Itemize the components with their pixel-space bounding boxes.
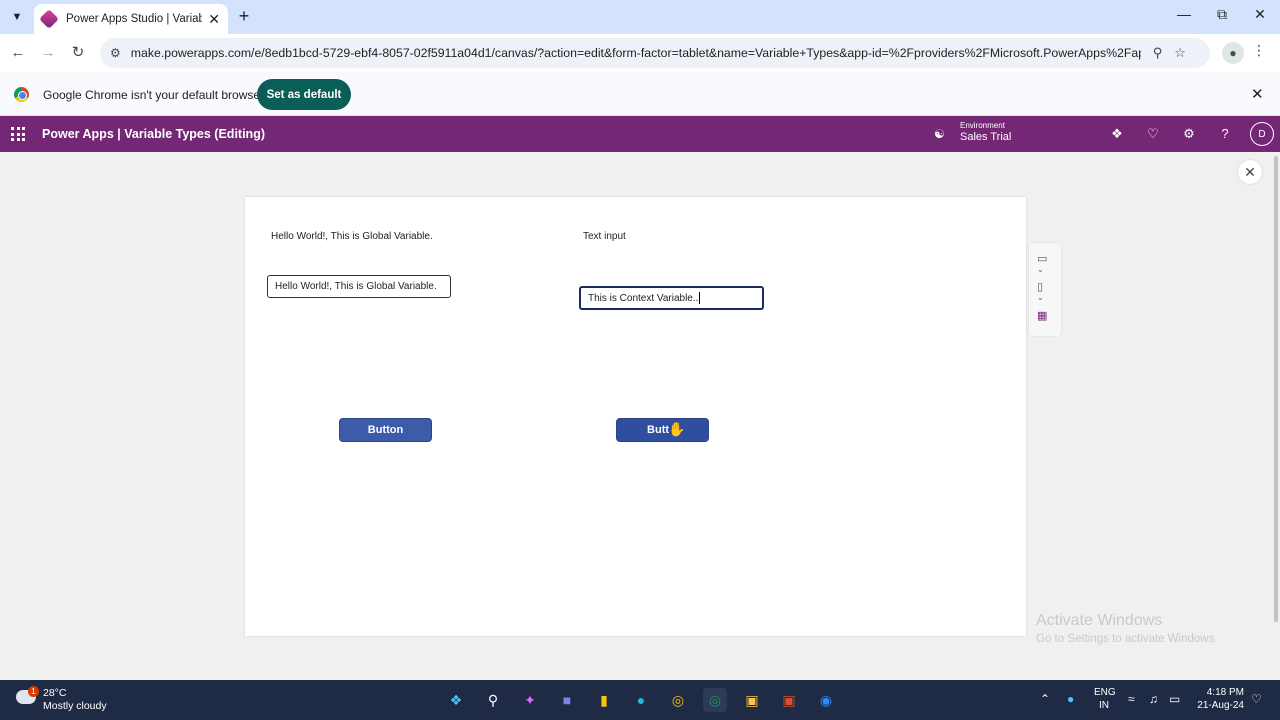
context-input-value: This is Context Variable..	[588, 292, 699, 304]
region-code[interactable]: IN	[1099, 700, 1109, 711]
text-input-label: Text input	[583, 231, 626, 242]
address-bar[interactable]: ⚙ make.powerapps.com/e/8edb1bcd-5729-ebf…	[100, 38, 1210, 68]
app-screen: Hello World!, This is Global Variable. T…	[245, 197, 1026, 636]
clock-date[interactable]: 21-Aug-24	[1196, 700, 1244, 711]
power-apps-icon	[39, 9, 59, 29]
wifi-icon[interactable]: ≈	[1128, 692, 1135, 706]
minimize-icon[interactable]: —	[1172, 6, 1196, 26]
chevron-down-icon[interactable]: ⌄	[1037, 265, 1044, 274]
app-launcher-icon[interactable]	[11, 127, 25, 141]
battery-icon[interactable]: ▭	[1169, 692, 1180, 706]
close-icon[interactable]: ✕	[208, 11, 220, 28]
chrome-logo-icon	[14, 87, 29, 102]
language-code[interactable]: ENG	[1094, 687, 1116, 698]
tablet-icon[interactable]: ▭	[1037, 252, 1047, 265]
browser-tab[interactable]: Power Apps Studio | Variable T ✕	[34, 4, 228, 34]
activate-windows-title: Activate Windows	[1036, 612, 1163, 629]
default-browser-infobar: Google Chrome isn't your default browser…	[0, 72, 1280, 116]
chrome-icon[interactable]: ◎	[666, 688, 690, 712]
bell-icon[interactable]: ♡	[1251, 692, 1262, 706]
device-preview-toolbar: ▭ ⌄ ▯ ⌄ ▦	[1029, 243, 1061, 336]
profile-icon[interactable]: ●	[1222, 42, 1244, 64]
global-button[interactable]: Button	[339, 418, 432, 442]
chevron-down-icon[interactable]: ⌄	[1037, 293, 1044, 302]
power-bi-icon[interactable]: ▮	[592, 688, 616, 712]
volume-icon[interactable]: ♫	[1149, 692, 1158, 706]
phone-icon[interactable]: ▯	[1037, 280, 1043, 293]
plus-icon[interactable]: +	[234, 6, 254, 26]
app-title: Power Apps | Variable Types (Editing)	[42, 127, 265, 141]
file-explorer-icon[interactable]: ▣	[740, 688, 764, 712]
copilot-icon[interactable]: ✦	[518, 688, 542, 712]
windows-taskbar: 1 28°C Mostly cloudy ❖ ⚲ ✦ ■ ▮ ● ◎ ◎ ▣ ▣…	[0, 680, 1280, 720]
notification-badge: 1	[28, 686, 39, 697]
browser-toolbar: ← → ↻ ⚙ make.powerapps.com/e/8edb1bcd-57…	[0, 34, 1280, 72]
search-icon[interactable]: ⚲	[1153, 45, 1163, 61]
chrome-active-icon[interactable]: ◎	[703, 688, 727, 712]
context-variable-input[interactable]: This is Context Variable..	[579, 286, 764, 310]
hand-cursor-icon: ✋	[668, 421, 686, 437]
text-caret	[699, 292, 701, 304]
star-icon[interactable]: ☆	[1174, 45, 1186, 61]
set-as-default-button[interactable]: Set as default	[257, 79, 351, 110]
arrow-right-icon[interactable]: →	[37, 42, 59, 64]
global-variable-input[interactable]: Hello World!, This is Global Variable.	[267, 275, 451, 298]
infobar-message: Google Chrome isn't your default browser	[43, 88, 265, 102]
context-button[interactable]: Butt n	[616, 418, 709, 442]
scrollbar[interactable]	[1272, 152, 1280, 680]
restore-icon[interactable]: ⧉	[1210, 6, 1234, 26]
chevron-down-icon[interactable]: ▼	[6, 6, 28, 28]
gear-icon[interactable]: ⚙	[1180, 126, 1198, 142]
global-input-value: Hello World!, This is Global Variable.	[275, 281, 437, 292]
teams-icon[interactable]: ■	[555, 688, 579, 712]
url-text: make.powerapps.com/e/8edb1bcd-5729-ebf4-…	[130, 46, 1141, 60]
close-icon[interactable]: ✕	[1251, 85, 1264, 103]
site-info-icon[interactable]: ⚙	[110, 46, 121, 60]
arrow-left-icon[interactable]: ←	[7, 42, 29, 64]
more-menu-icon[interactable]: ⋮	[1252, 42, 1266, 64]
reload-icon[interactable]: ↻	[67, 42, 89, 64]
microphone-icon[interactable]: ●	[1067, 692, 1074, 706]
chevron-up-icon[interactable]: ⌃	[1040, 692, 1050, 706]
environment-name[interactable]: Sales Trial	[960, 131, 1011, 143]
powerpoint-icon[interactable]: ▣	[777, 688, 801, 712]
environment-label: Environment	[960, 121, 1005, 130]
close-window-icon[interactable]: ✕	[1248, 6, 1272, 26]
global-variable-label: Hello World!, This is Global Variable.	[271, 231, 433, 242]
edge-icon[interactable]: ●	[629, 688, 653, 712]
browser-tab-strip: ▼ Power Apps Studio | Variable T ✕ + — ⧉…	[0, 0, 1280, 34]
calendar-icon[interactable]: ▦	[1037, 309, 1047, 322]
tab-title: Power Apps Studio | Variable T	[66, 13, 203, 25]
avatar[interactable]: D	[1250, 122, 1274, 146]
clock-time[interactable]: 4:18 PM	[1196, 687, 1244, 698]
weather-condition[interactable]: Mostly cloudy	[43, 700, 107, 712]
activate-windows-subtitle: Go to Settings to activate Windows.	[1036, 633, 1218, 645]
power-apps-header: Power Apps | Variable Types (Editing) ☯ …	[0, 116, 1280, 152]
windows-start-icon[interactable]: ❖	[444, 688, 468, 712]
close-preview-icon[interactable]: ✕	[1238, 160, 1262, 184]
environment-icon: ☯	[934, 127, 945, 141]
temperature[interactable]: 28°C	[43, 687, 66, 699]
zoom-icon[interactable]: ◉	[814, 688, 838, 712]
help-icon[interactable]: ?	[1216, 126, 1234, 141]
copilot-icon[interactable]: ❖	[1108, 126, 1126, 142]
search-icon[interactable]: ⚲	[481, 688, 505, 712]
bell-icon[interactable]: ♡	[1144, 126, 1162, 142]
